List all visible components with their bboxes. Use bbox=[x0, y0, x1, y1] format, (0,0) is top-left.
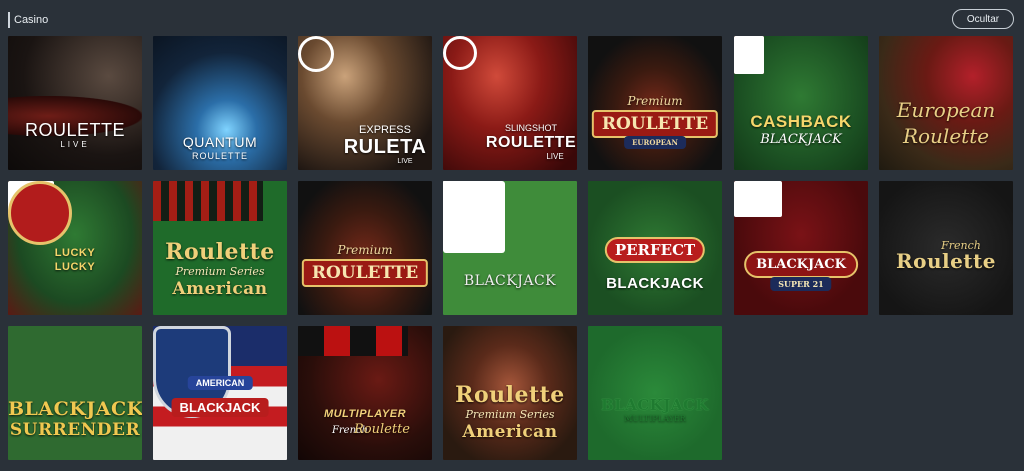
tile-title: LUCKY bbox=[54, 247, 96, 259]
game-tile-express-ruleta[interactable]: EXPRESS RULETA LIVE bbox=[298, 36, 432, 170]
tile-title: BLACKJACK bbox=[463, 273, 557, 289]
casino-header: Casino Ocultar bbox=[0, 0, 1024, 36]
tile-subtitle: ROULETTE bbox=[191, 151, 248, 161]
tile-title: Roulette bbox=[165, 239, 275, 265]
tile-title-top: SLINGSHOT bbox=[504, 123, 557, 133]
tile-subtitle: LIVE bbox=[546, 152, 564, 161]
tile-subtitle: SUPER 21 bbox=[770, 277, 832, 291]
tile-series: Premium Series bbox=[175, 265, 265, 278]
game-tile-european-roulette[interactable]: European Roulette bbox=[879, 36, 1013, 170]
tile-title: QUANTUM bbox=[182, 134, 258, 150]
game-tile-roulette-live[interactable]: ROULETTE LIVE bbox=[8, 36, 142, 170]
tile-title: ROULETTE bbox=[485, 134, 577, 151]
tile-title: MULTIPLAYER bbox=[323, 408, 407, 420]
game-tile-cashback-blackjack[interactable]: CASHBACK BLACKJACK bbox=[734, 36, 868, 170]
tile-subtitle: EUROPEAN bbox=[624, 136, 686, 149]
section-marker bbox=[8, 12, 10, 28]
game-tile-slingshot-roulette[interactable]: SLINGSHOT ROULETTE LIVE bbox=[443, 36, 577, 170]
tile-title: BLACKJACK bbox=[600, 396, 710, 414]
tile-title: BLACKJACK bbox=[744, 251, 858, 278]
tile-title: PERFECT bbox=[604, 237, 706, 263]
tile-title: Roulette bbox=[895, 249, 997, 273]
tile-title: European bbox=[896, 98, 996, 122]
tile-subtitle: BLACKJACK bbox=[760, 132, 842, 147]
game-tile-american-blackjack[interactable]: AMERICAN BLACKJACK bbox=[153, 326, 287, 460]
tile-subtitle: LIVE bbox=[60, 140, 90, 149]
game-tile-blackjack-surrender[interactable]: BLACKJACK SURRENDER bbox=[8, 326, 142, 460]
game-tile-blackjack-super-21[interactable]: BLACKJACK SUPER 21 bbox=[734, 181, 868, 315]
game-tile-roulette-premium-american[interactable]: Roulette Premium Series American bbox=[153, 181, 287, 315]
tile-subtitle: BLACKJACK bbox=[606, 275, 704, 292]
tile-series: Premium Series bbox=[465, 408, 555, 421]
game-tile-french-roulette[interactable]: French Roulette bbox=[879, 181, 1013, 315]
tile-subtitle: Roulette bbox=[902, 124, 990, 148]
game-tile-multiplayer-french-roulette[interactable]: MULTIPLAYER French Roulette bbox=[298, 326, 432, 460]
tile-title-top: Premium bbox=[337, 243, 393, 257]
tile-title: Roulette bbox=[455, 382, 565, 408]
game-tile-quantum-roulette[interactable]: QUANTUM ROULETTE bbox=[153, 36, 287, 170]
tile-title-top: EXPRESS bbox=[359, 124, 411, 136]
tile-title: ROULETTE bbox=[24, 120, 125, 140]
tile-title-top: AMERICAN bbox=[187, 376, 253, 390]
tile-subtitle: LUCKY bbox=[54, 261, 96, 273]
tile-title: CASHBACK bbox=[750, 112, 852, 131]
tile-subtitle: American bbox=[172, 279, 268, 299]
hide-button[interactable]: Ocultar bbox=[952, 9, 1014, 29]
tile-title-top: Premium bbox=[627, 94, 683, 108]
tile-subtitle-2: Roulette bbox=[354, 422, 410, 437]
tile-title: ROULETTE bbox=[591, 110, 719, 138]
game-tile-blackjack-multiplayer[interactable]: BLACKJACK MULTIPLAYER bbox=[588, 326, 722, 460]
tile-subtitle: American bbox=[462, 422, 558, 442]
tile-subtitle: LIVE bbox=[397, 158, 413, 165]
game-tile-blackjack[interactable]: BLACKJACK bbox=[443, 181, 577, 315]
tile-title: BLACKJACK bbox=[171, 398, 269, 417]
game-tile-premium-roulette-european[interactable]: Premium ROULETTE EUROPEAN bbox=[588, 36, 722, 170]
tile-title: BLACKJACK bbox=[8, 398, 142, 420]
game-tile-roulette-premium-american-2[interactable]: Roulette Premium Series American bbox=[443, 326, 577, 460]
tile-title: ROULETTE bbox=[301, 259, 429, 287]
game-tile-premium-roulette[interactable]: Premium ROULETTE bbox=[298, 181, 432, 315]
tile-title: RULETA bbox=[343, 136, 427, 158]
tile-subtitle: MULTIPLAYER bbox=[624, 414, 686, 423]
tile-subtitle: SURRENDER bbox=[9, 420, 141, 440]
game-tile-lucky-lucky[interactable]: LUCKY LUCKY bbox=[8, 181, 142, 315]
game-tile-perfect-blackjack[interactable]: PERFECT BLACKJACK bbox=[588, 181, 722, 315]
section-title: Casino bbox=[14, 14, 49, 26]
